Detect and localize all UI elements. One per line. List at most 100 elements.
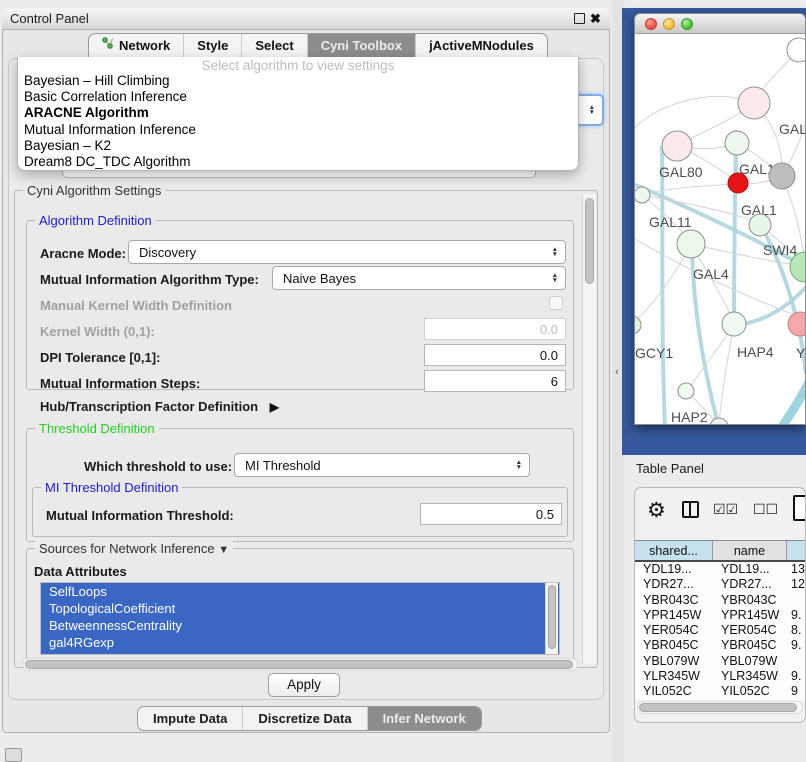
which-threshold-label: Which threshold to use: xyxy=(84,459,232,474)
network-node[interactable] xyxy=(635,316,641,334)
network-node-label: HAP4 xyxy=(737,344,774,360)
network-node[interactable] xyxy=(710,418,728,425)
apply-button[interactable]: Apply xyxy=(268,673,340,697)
column-header-shared[interactable]: shared... xyxy=(635,541,713,560)
float-window-icon[interactable] xyxy=(574,13,585,24)
list-item[interactable]: TopologicalCoefficient xyxy=(41,600,559,617)
list-item[interactable]: gal4RGexp xyxy=(41,634,559,651)
list-item[interactable]: SelfLoops xyxy=(41,583,559,600)
manual-kernel-label: Manual Kernel Width Definition xyxy=(40,298,232,313)
manual-kernel-checkbox[interactable] xyxy=(549,296,563,310)
close-icon[interactable]: ✖ xyxy=(590,8,601,30)
table-row[interactable]: YER054CYER054C8. xyxy=(635,623,805,638)
network-node[interactable] xyxy=(635,187,650,203)
minimize-traffic-light[interactable] xyxy=(663,18,675,30)
which-threshold-combobox[interactable]: MI Threshold ▲▼ xyxy=(234,453,530,477)
network-node[interactable] xyxy=(678,383,694,399)
table-cell: YDR27... xyxy=(635,577,713,592)
table-row[interactable]: YBL079WYBL079W xyxy=(635,654,805,669)
select-all-icon[interactable]: ☑☑ xyxy=(713,501,738,518)
mi-type-label: Mutual Information Algorithm Type: xyxy=(40,272,259,287)
network-node[interactable] xyxy=(662,131,692,161)
data-attributes-list[interactable]: SelfLoops TopologicalCoefficient Between… xyxy=(40,582,560,655)
network-node[interactable] xyxy=(728,173,748,193)
tab-impute-data[interactable]: Impute Data xyxy=(138,707,243,730)
table-row[interactable]: YDL19...YDL19...13 xyxy=(635,562,805,577)
network-node[interactable] xyxy=(769,163,795,189)
dpi-tolerance-field[interactable]: 0.0 xyxy=(424,344,566,366)
network-node-label: GAL4 xyxy=(693,266,729,282)
control-panel-titlebar[interactable] xyxy=(2,8,610,30)
network-window-titlebar[interactable] xyxy=(635,14,805,34)
table-horizontal-scrollbar[interactable] xyxy=(637,701,803,714)
tab-style[interactable]: Style xyxy=(184,34,242,57)
mi-steps-field[interactable]: 6 xyxy=(424,370,566,392)
new-column-icon[interactable] xyxy=(793,495,806,521)
table-row[interactable]: YBR043CYBR043C xyxy=(635,593,805,608)
tab-infer-network[interactable]: Infer Network xyxy=(368,707,481,730)
dropdown-item[interactable]: Mutual Information Inference xyxy=(18,122,578,138)
column-header-partial[interactable] xyxy=(787,541,805,560)
network-node-label: GAL11 xyxy=(649,214,692,230)
network-edge xyxy=(734,130,736,322)
network-node[interactable] xyxy=(787,38,806,62)
tab-label: Style xyxy=(197,34,228,57)
network-node-label: HAP2 xyxy=(671,409,708,425)
network-node[interactable] xyxy=(677,230,705,258)
combobox-value: Naive Bayes xyxy=(283,271,356,286)
dropdown-item[interactable]: Dream8 DC_TDC Algorithm xyxy=(18,154,578,170)
tab-select[interactable]: Select xyxy=(242,34,307,57)
dpi-tolerance-label: DPI Tolerance [0,1]: xyxy=(40,350,160,365)
mi-threshold-field[interactable]: 0.5 xyxy=(420,503,562,525)
network-node[interactable] xyxy=(749,214,771,236)
table-row[interactable]: YLR345WYLR345W9. xyxy=(635,669,805,684)
chevron-down-icon[interactable]: ▼ xyxy=(218,544,229,556)
scrollbar-thumb[interactable] xyxy=(548,585,556,649)
combobox-stepper-icon: ▲▼ xyxy=(589,105,595,115)
settings-gear-icon[interactable]: ⚙ xyxy=(647,498,666,523)
bottom-left-mini-button[interactable] xyxy=(5,748,22,762)
scrollbar-thumb[interactable] xyxy=(639,703,797,712)
dropdown-item[interactable]: Bayesian – Hill Climbing xyxy=(18,73,578,89)
group-title: Threshold Definition xyxy=(35,421,159,436)
table-row[interactable]: YPR145WYPR145W9. xyxy=(635,608,805,623)
kernel-width-field[interactable]: 0.0 xyxy=(424,318,566,340)
tab-cyni-toolbox[interactable]: Cyni Toolbox xyxy=(308,34,416,57)
aracne-mode-combobox[interactable]: Discovery ▲▼ xyxy=(128,240,566,264)
dropdown-item[interactable]: Basic Correlation Inference xyxy=(18,89,578,105)
table-cell: YIL052C xyxy=(635,684,713,699)
table-row[interactable]: YIL052CYIL052C9 xyxy=(635,684,805,699)
dropdown-item-selected[interactable]: ARACNE Algorithm xyxy=(18,105,578,121)
tab-network[interactable]: Network xyxy=(89,34,184,57)
network-node[interactable] xyxy=(722,312,746,336)
settings-vertical-scrollbar[interactable] xyxy=(582,194,596,664)
mi-steps-label: Mutual Information Steps: xyxy=(40,376,200,391)
tab-discretize-data[interactable]: Discretize Data xyxy=(243,707,367,730)
close-traffic-light[interactable] xyxy=(645,18,657,30)
table-cell xyxy=(787,593,805,608)
table-row[interactable]: YBR045CYBR045C9. xyxy=(635,638,805,653)
mi-type-combobox[interactable]: Naive Bayes ▲▼ xyxy=(272,266,566,290)
split-view-icon[interactable] xyxy=(682,501,699,518)
column-header-name[interactable]: name xyxy=(713,541,787,560)
zoom-traffic-light[interactable] xyxy=(681,18,693,30)
scrollbar-thumb[interactable] xyxy=(25,660,573,669)
network-node[interactable] xyxy=(725,131,749,155)
network-canvas[interactable]: GALGAL80GAL10GAL1GAL11SWI4GAL4GCY1HAP4YH… xyxy=(635,34,806,425)
network-node[interactable] xyxy=(788,312,806,336)
network-node[interactable] xyxy=(738,87,770,119)
table-row[interactable]: YDR27...YDR27...12 xyxy=(635,577,805,592)
scrollbar-thumb[interactable] xyxy=(585,198,594,284)
table-cell: 12 xyxy=(787,577,805,592)
deselect-all-icon[interactable]: ☐☐ xyxy=(753,501,778,518)
network-view-window[interactable]: GALGAL80GAL10GAL1GAL11SWI4GAL4GCY1HAP4YH… xyxy=(634,13,806,425)
tab-label: Select xyxy=(255,34,293,57)
hub-definition-toggle[interactable]: Hub/Transcription Factor Definition ▶ xyxy=(40,399,279,414)
list-item[interactable]: BetweennessCentrality xyxy=(41,617,559,634)
group-title: Cyni Algorithm Settings xyxy=(23,183,165,198)
attributes-vertical-scrollbar[interactable] xyxy=(545,583,558,654)
tab-jactivemnodules[interactable]: jActiveMNodules xyxy=(416,34,547,57)
table-cell: YER054C xyxy=(635,623,713,638)
dropdown-item[interactable]: Bayesian – K2 xyxy=(18,138,578,154)
settings-horizontal-scrollbar[interactable] xyxy=(22,658,578,671)
